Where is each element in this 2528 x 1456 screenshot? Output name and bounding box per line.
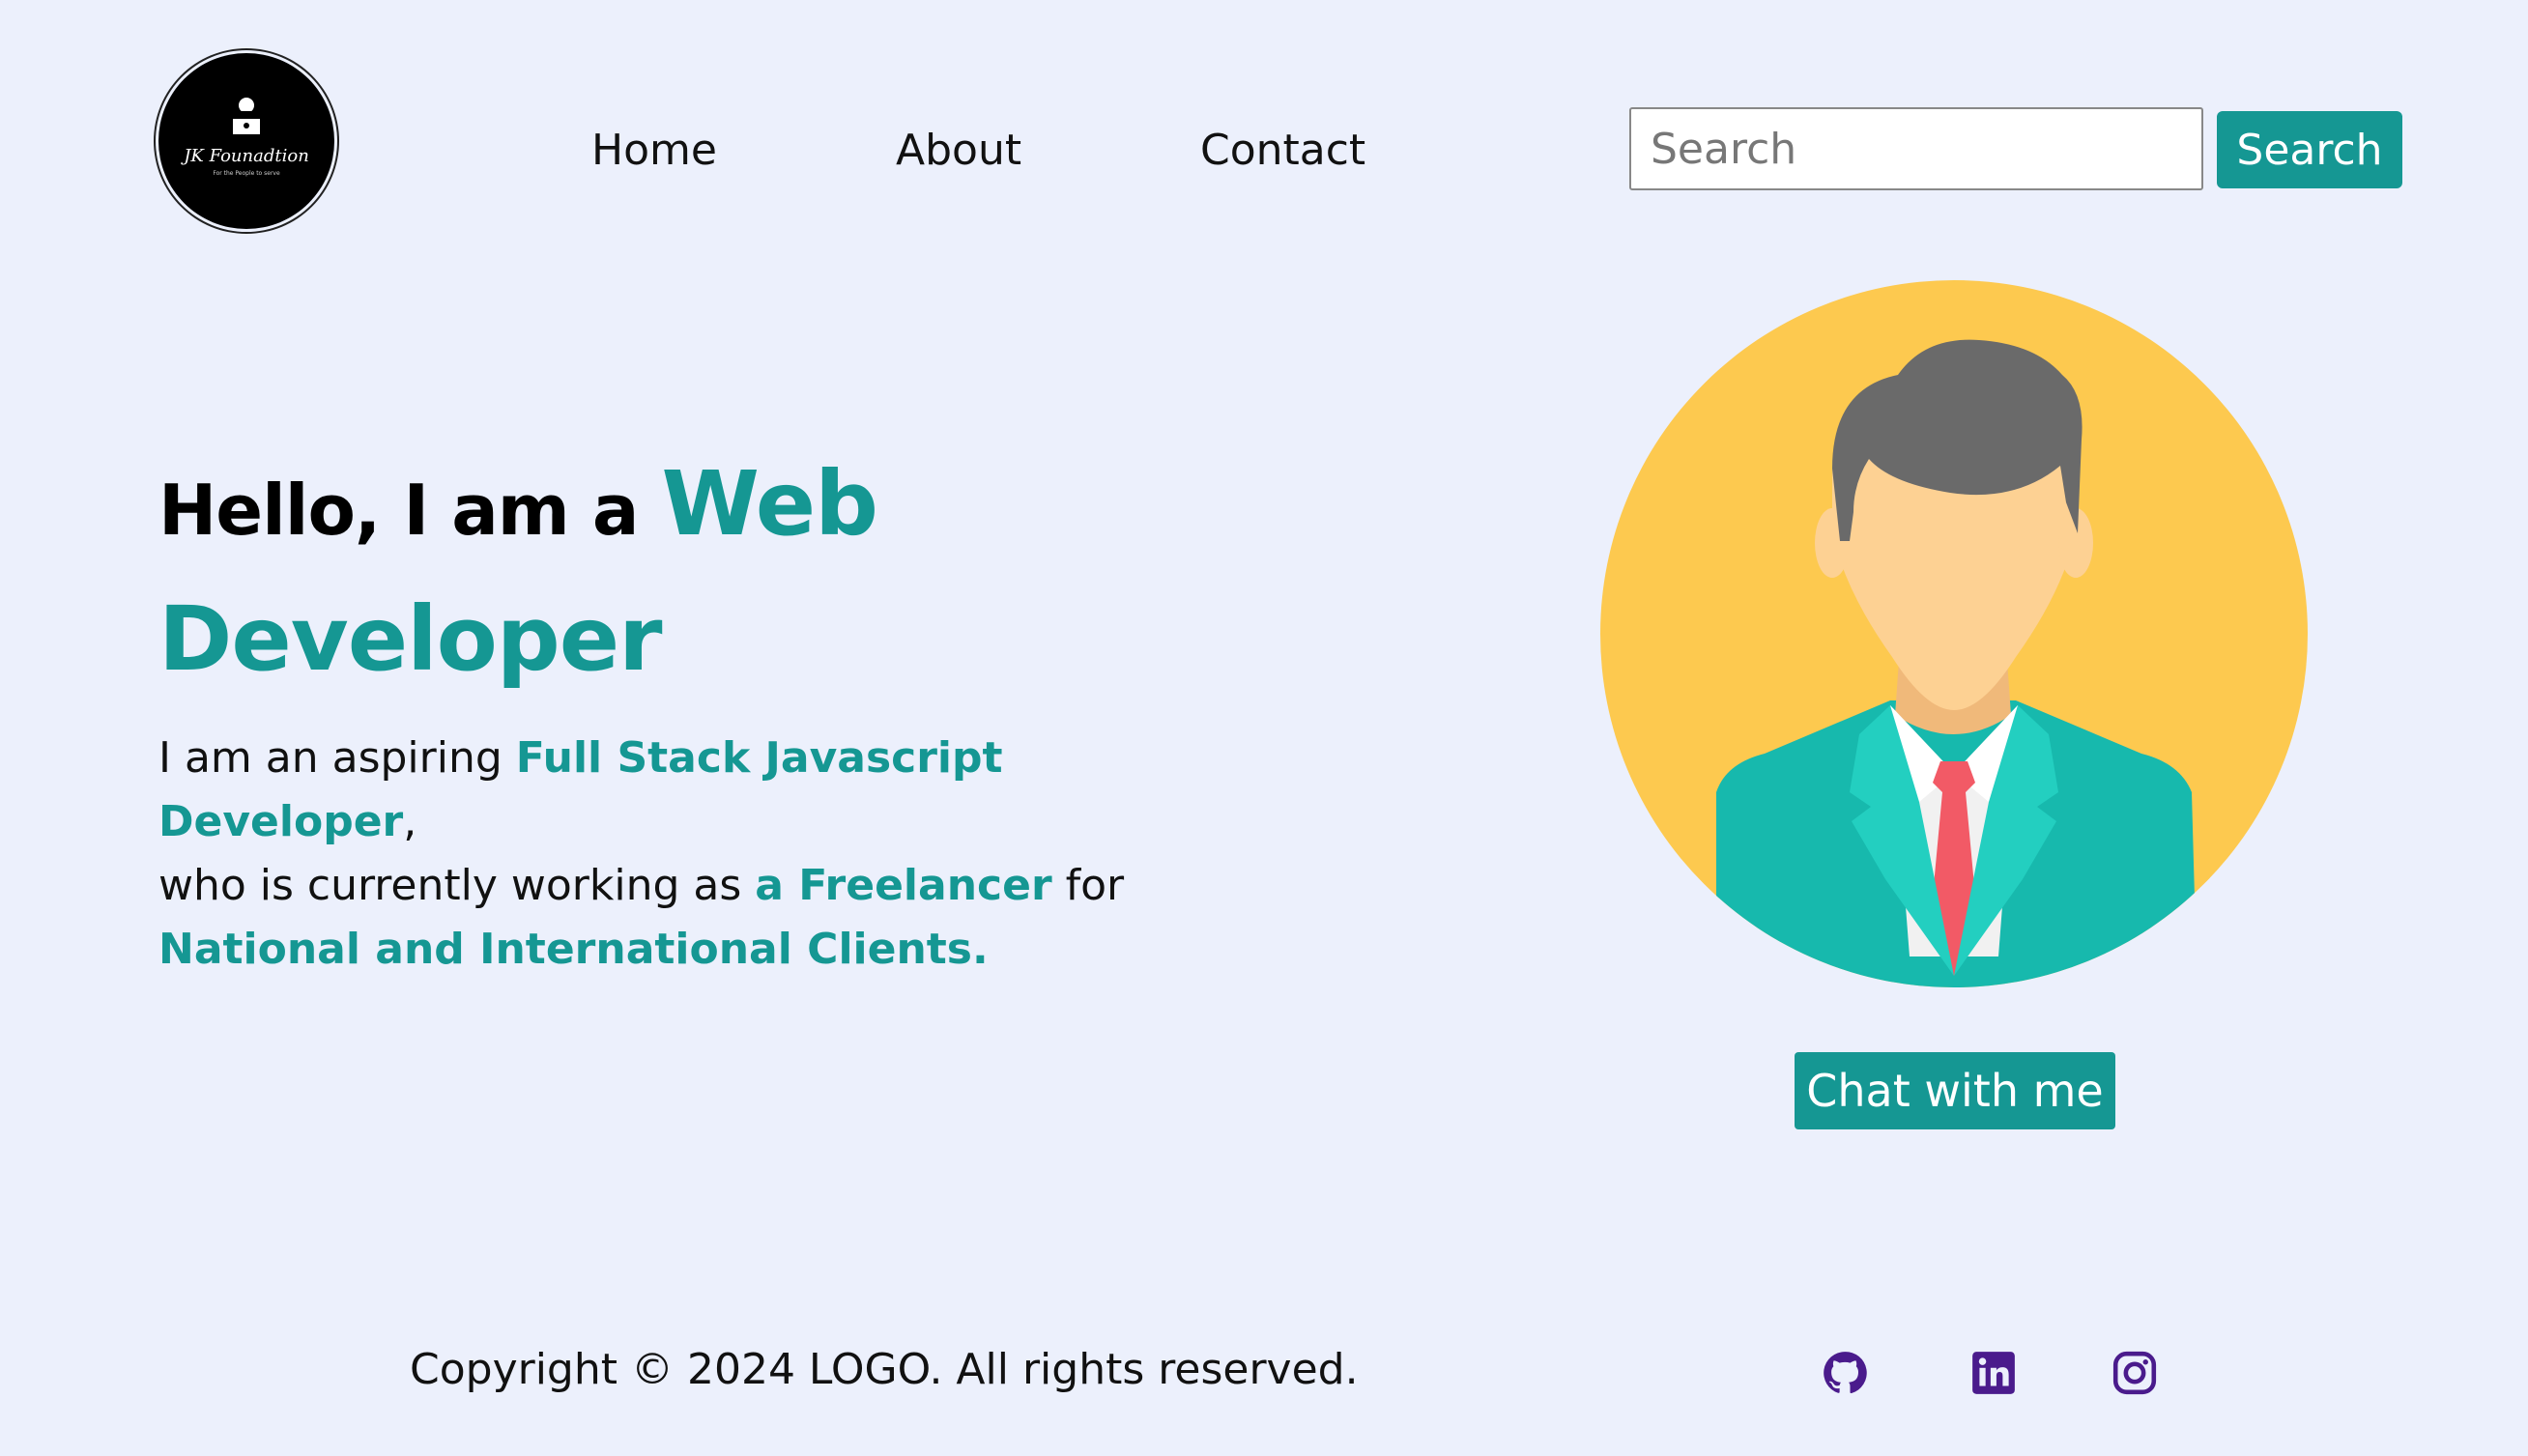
desc-text-1: I am an aspiring	[158, 733, 516, 783]
copyright-text: Copyright © 2024 LOGO. All rights reserv…	[410, 1345, 1359, 1394]
desc-highlight-clients: National and International Clients.	[158, 925, 989, 974]
hero-title: Hello, I am a Web Developer	[158, 440, 1028, 710]
hero-greeting: Hello, I am a	[158, 470, 662, 551]
hero-role-web: Web	[661, 452, 878, 556]
hero-description: I am an aspiring Full Stack Javascript D…	[158, 727, 1125, 982]
logo-name: JK Founadtion	[184, 146, 309, 166]
instagram-icon[interactable]	[2111, 1349, 2159, 1397]
nav-about[interactable]: About	[896, 126, 1021, 175]
desc-text-4: for	[1051, 861, 1125, 910]
desc-text-3: who is currently working as	[158, 861, 756, 910]
avatar-illustration	[1600, 280, 2308, 987]
logo-tagline: For the People to serve	[213, 170, 280, 177]
hero-role-developer: Developer	[158, 587, 662, 691]
desc-highlight-freelancer: a Freelancer	[755, 861, 1052, 910]
search-button[interactable]: Search	[2217, 111, 2402, 188]
github-icon[interactable]	[1821, 1349, 1869, 1397]
chat-button[interactable]: Chat with me	[1795, 1052, 2115, 1129]
search-input[interactable]	[1629, 107, 2203, 190]
nav-contact[interactable]: Contact	[1200, 126, 1365, 175]
logo[interactable]: JK Founadtion For the People to serve	[158, 53, 334, 229]
nav-home[interactable]: Home	[591, 126, 717, 175]
desc-text-2: ,	[403, 797, 417, 846]
person-icon	[233, 98, 260, 134]
linkedin-icon[interactable]	[1969, 1349, 2018, 1397]
